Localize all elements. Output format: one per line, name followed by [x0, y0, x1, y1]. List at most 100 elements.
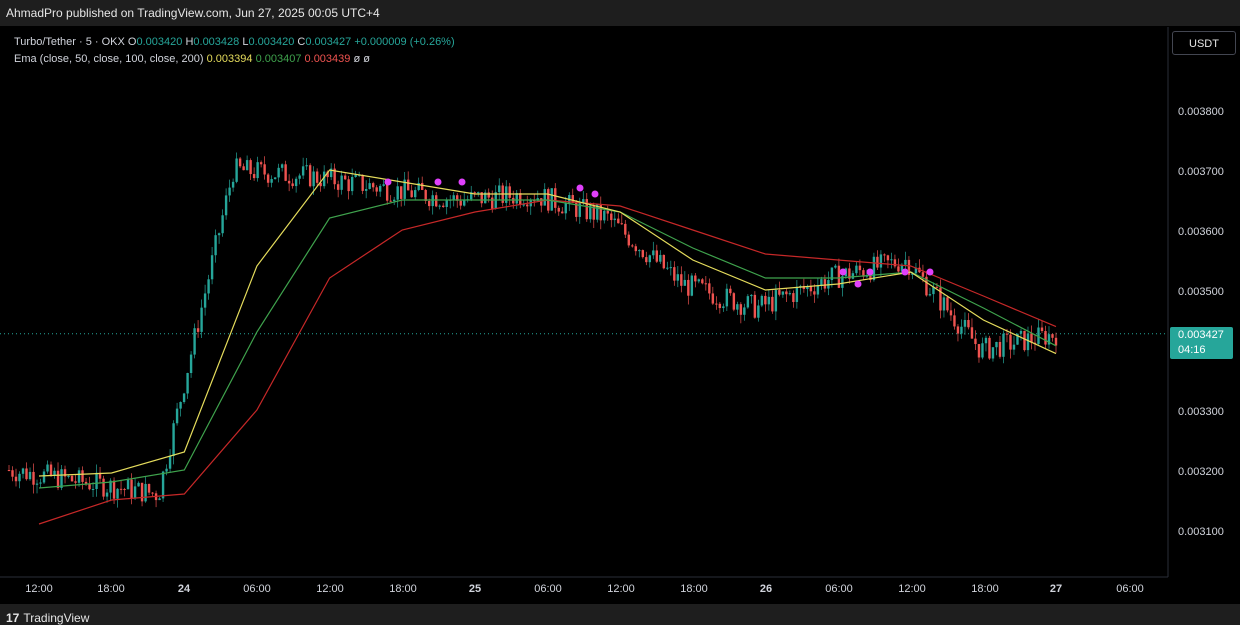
candle-body — [855, 265, 858, 274]
candle-body — [347, 179, 350, 192]
candle-body — [102, 478, 105, 497]
candle-body — [526, 204, 529, 207]
candle-body — [74, 481, 77, 483]
candle-body — [385, 184, 389, 201]
candle-body — [767, 296, 771, 305]
x-tick: 25 — [468, 583, 482, 595]
candle-body — [648, 255, 652, 263]
candle-body — [389, 200, 392, 202]
candle-body — [673, 267, 676, 281]
candle-body — [883, 254, 886, 256]
candle-body — [631, 245, 634, 247]
y-tick: 0.003800 — [1178, 106, 1224, 118]
candle-body — [666, 267, 669, 269]
candles — [7, 152, 1058, 508]
candle-body — [336, 184, 340, 190]
candle-body — [161, 471, 165, 499]
candle-body — [977, 344, 981, 358]
candle-body — [519, 193, 522, 205]
candle-body — [147, 483, 151, 493]
candle-body — [189, 354, 193, 374]
candle-body — [315, 171, 319, 183]
x-tick: 18:00 — [97, 583, 125, 595]
candle-body — [340, 175, 343, 190]
candle-body — [1009, 334, 1012, 350]
candle-body — [858, 265, 862, 271]
candle-body — [732, 293, 736, 310]
candle-body — [270, 179, 273, 183]
candle-body — [273, 177, 277, 180]
candle-body — [928, 294, 932, 296]
candle-body — [603, 210, 606, 221]
candle-body — [711, 293, 715, 304]
candle-body — [252, 174, 256, 179]
candle-body — [543, 189, 546, 206]
candle-body — [67, 475, 70, 477]
candle-body — [561, 211, 564, 214]
candle-body — [620, 223, 623, 225]
last-price-value: 0.003427 — [1178, 329, 1224, 341]
candle-body — [56, 470, 60, 488]
candle-body — [771, 296, 774, 312]
tradingview-brand: TradingView — [23, 611, 90, 625]
change-value: +0.000009 (+0.26%) — [354, 36, 455, 48]
y-tick: 0.003700 — [1178, 166, 1224, 178]
last-price-badge: 0.003427 04:16 — [1170, 327, 1233, 359]
candle-body — [701, 279, 704, 284]
candle-body — [245, 160, 249, 171]
currency-button[interactable]: USDT — [1172, 31, 1236, 55]
candle-body — [897, 266, 900, 272]
candle-body — [715, 303, 718, 305]
candle-body — [280, 164, 284, 168]
ema200-value: 0.003439 — [304, 53, 351, 65]
candle-body — [1054, 337, 1058, 346]
symbol-legend: Turbo/Tether · 5 · OKX O0.003420 H0.0034… — [14, 36, 455, 48]
candle-body — [722, 306, 725, 309]
candle-body — [438, 205, 441, 207]
candle-body — [634, 246, 637, 252]
candle-body — [259, 162, 263, 165]
candle-body — [392, 199, 396, 202]
candle-body — [757, 305, 760, 318]
candle-body — [652, 250, 655, 256]
candle-body — [683, 279, 687, 286]
x-tick: 12:00 — [607, 583, 635, 595]
candle-body — [424, 189, 427, 201]
candle-body — [196, 328, 200, 332]
candle-body — [645, 257, 648, 263]
candle-body — [287, 180, 291, 184]
candle-body — [175, 408, 179, 424]
candle-body — [935, 286, 939, 288]
candle-body — [354, 174, 357, 177]
candle-body — [991, 347, 995, 359]
y-tick: 0.003500 — [1178, 286, 1224, 298]
candle-body — [813, 291, 816, 295]
candle-body — [774, 290, 778, 312]
candle-body — [981, 343, 984, 358]
candle-body — [60, 469, 63, 488]
signal-marker — [384, 178, 392, 186]
candle-body — [974, 338, 977, 345]
candle-body — [778, 290, 781, 295]
candle-body — [375, 187, 378, 192]
candle-body — [396, 186, 399, 200]
candle-body — [46, 464, 49, 472]
close-value: 0.003427 — [305, 36, 352, 48]
candle-body — [942, 297, 946, 311]
candle-body — [613, 218, 616, 221]
ema-indicator-label[interactable]: Ema (close, 50, close, 100, close, 200) — [14, 53, 204, 65]
candle-body — [655, 250, 659, 262]
candle-body — [764, 295, 767, 305]
candle-body — [137, 482, 140, 487]
candle-body — [231, 181, 235, 188]
candle-body — [540, 198, 543, 206]
symbol-name[interactable]: Turbo/Tether · 5 · OKX — [14, 36, 125, 48]
candle-body — [312, 171, 315, 187]
candle-body — [585, 199, 588, 220]
candle-body — [378, 185, 382, 192]
tradingview-logo[interactable]: 17 TradingView — [6, 611, 89, 625]
ema-extra-1: ø — [353, 53, 361, 65]
y-tick: 0.003600 — [1178, 226, 1224, 238]
price-chart[interactable] — [0, 27, 1240, 604]
candle-body — [308, 165, 312, 187]
